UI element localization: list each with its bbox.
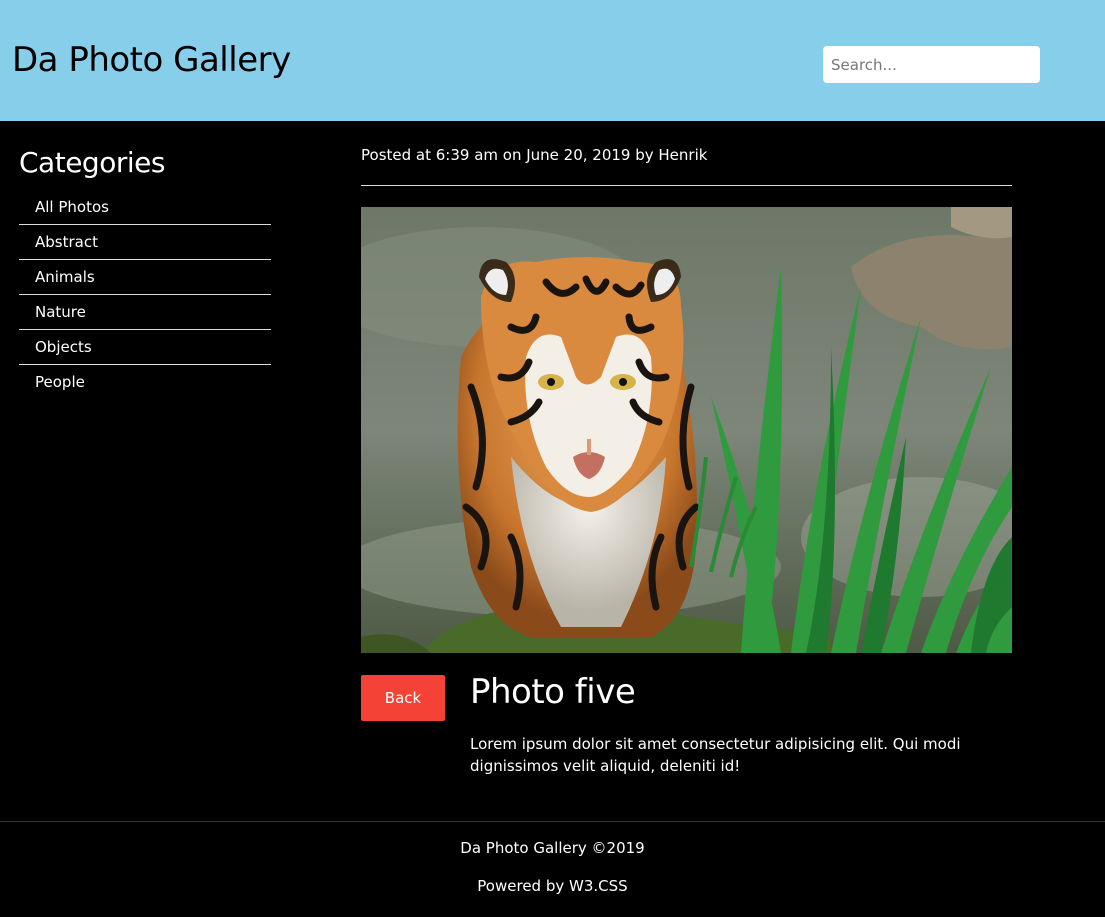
category-animals[interactable]: Animals	[19, 260, 271, 295]
footer-copyright: Da Photo Gallery ©2019	[460, 839, 645, 857]
photo-tiger-in-water	[361, 207, 1012, 653]
photo-description: Lorem ipsum dolor sit amet consectetur a…	[470, 735, 961, 775]
tiger-image	[361, 207, 1012, 653]
meta-divider	[361, 185, 1012, 186]
category-nature[interactable]: Nature	[19, 295, 271, 330]
category-people[interactable]: People	[19, 365, 271, 400]
back-button[interactable]: Back	[361, 675, 445, 721]
w3css-link[interactable]: W3.CSS	[569, 877, 628, 895]
search-input[interactable]	[823, 46, 1040, 83]
powered-by-prefix: Powered by	[477, 877, 570, 895]
footer-powered-by: Powered by W3.CSS	[0, 877, 1105, 895]
categories-sidebar: Categories All Photos Abstract Animals N…	[19, 146, 271, 400]
category-objects[interactable]: Objects	[19, 330, 271, 365]
site-footer: Da Photo Gallery ©2019 Powered by W3.CSS	[0, 821, 1105, 917]
photo-title: Photo five	[470, 672, 636, 712]
categories-list: All Photos Abstract Animals Nature Objec…	[19, 190, 271, 400]
site-header: Da Photo Gallery	[0, 0, 1105, 121]
category-abstract[interactable]: Abstract	[19, 225, 271, 260]
site-title: Da Photo Gallery	[12, 40, 291, 80]
category-all-photos[interactable]: All Photos	[19, 190, 271, 225]
categories-heading: Categories	[19, 146, 165, 179]
post-meta: Posted at 6:39 am on June 20, 2019 by He…	[361, 146, 708, 164]
